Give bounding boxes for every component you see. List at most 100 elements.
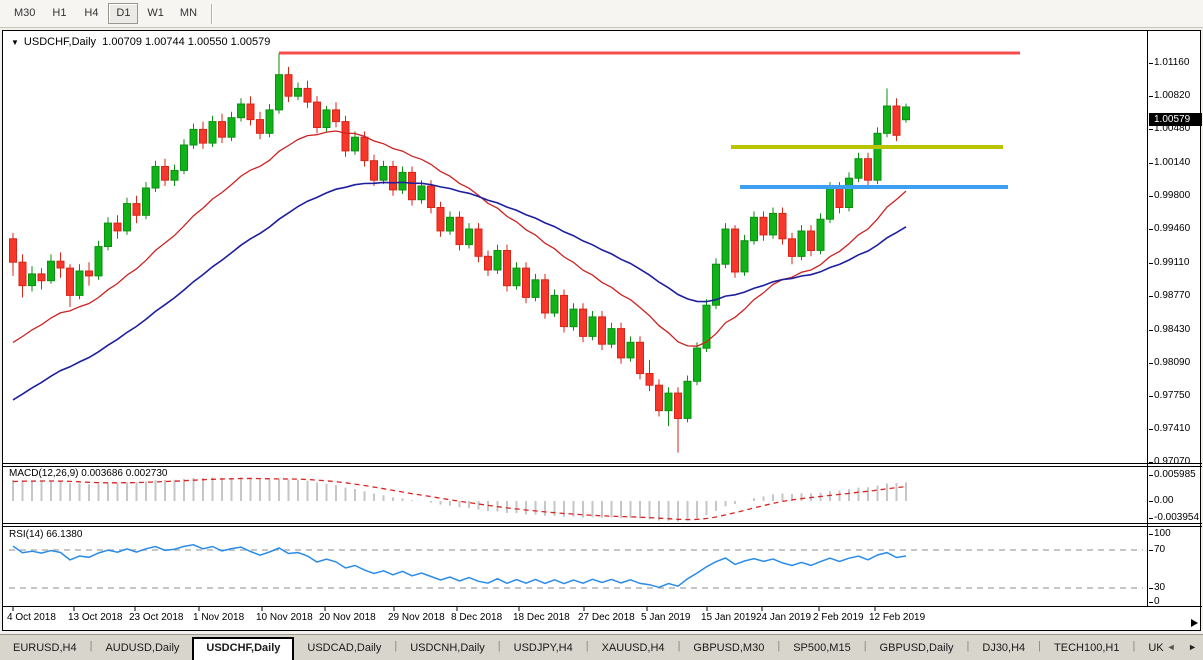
candle	[797, 230, 806, 257]
chart-tab-usdcnh-daily[interactable]: USDCNH,Daily	[397, 638, 498, 660]
chart-window: ▼ USDCHF,Daily 1.00709 1.00744 1.00550 1.…	[2, 30, 1202, 632]
timeframe-button-MN[interactable]: MN	[173, 3, 204, 24]
rsi-axis-label: 30	[1154, 582, 1166, 593]
candle	[902, 106, 910, 121]
rsi-axis-label: 0	[1154, 596, 1160, 607]
candle	[161, 166, 169, 181]
timeframe-button-H4[interactable]: H4	[76, 3, 106, 24]
chart-tab-audusd-daily[interactable]: AUDUSD,Daily	[92, 638, 192, 660]
price-axis-label: 0.99800	[1154, 189, 1191, 201]
chart-symbol-label: USDCHF,Daily	[23, 36, 97, 48]
chart-tab-tech100-h1[interactable]: TECH100,H1	[1041, 638, 1132, 660]
candle	[541, 279, 549, 314]
candle	[142, 187, 150, 216]
candle	[180, 144, 188, 171]
candle	[360, 136, 369, 162]
candle	[607, 328, 616, 345]
chart-tab-usdjpy-h4[interactable]: USDJPY,H4	[501, 638, 586, 660]
chart-tab-gbpusd-daily[interactable]: GBPUSD,Daily	[867, 638, 967, 660]
timeframe-button-H1[interactable]: H1	[44, 3, 74, 24]
chart-tab-usdcad-daily[interactable]: USDCAD,Daily	[294, 638, 394, 660]
candle	[484, 255, 492, 271]
candle	[550, 294, 559, 314]
candle	[332, 109, 340, 123]
candle	[693, 347, 701, 382]
chart-tab-sp500-m15[interactable]: SP500,M15	[780, 638, 863, 660]
time-axis-label: 8 Dec 2018	[451, 612, 503, 623]
candle	[256, 119, 264, 134]
price-axis-label: 0.99460	[1154, 223, 1191, 234]
price-axis-label: 1.00820	[1154, 90, 1191, 102]
candle	[864, 158, 872, 181]
candle	[883, 105, 891, 134]
chart-tab-usdchf-daily[interactable]: USDCHF,Daily	[192, 637, 295, 660]
candle	[854, 158, 863, 179]
price-axis-label: 0.97070	[1154, 456, 1191, 468]
candle	[493, 250, 502, 271]
candle	[769, 212, 777, 236]
candle	[389, 166, 397, 191]
timeframe-button-W1[interactable]: W1	[140, 3, 171, 24]
time-axis-label: 4 Oct 2018	[7, 612, 56, 623]
candle	[845, 177, 853, 208]
candle	[104, 222, 112, 248]
candle	[56, 260, 65, 269]
rsi-indicator-label: RSI(14) 66.1380	[9, 529, 83, 540]
candle	[759, 216, 768, 236]
candle	[75, 270, 84, 296]
candle	[446, 216, 454, 232]
candle	[18, 261, 27, 287]
candle	[788, 238, 796, 257]
macd-axis-label: 0.005985	[1154, 469, 1196, 481]
tab-scroll-right-icon[interactable]: ►	[1188, 642, 1197, 652]
chevron-down-icon[interactable]: ▼	[11, 38, 19, 47]
candle	[664, 392, 673, 412]
timeframe-button-M30[interactable]: M30	[7, 3, 42, 24]
rsi-value: 66.1380	[46, 529, 83, 540]
price-axis-label: 0.97410	[1154, 423, 1191, 435]
candle	[731, 228, 739, 273]
macd-indicator-label: MACD(12,26,9) 0.003686 0.002730	[9, 468, 168, 479]
time-axis-label: 10 Nov 2018	[256, 612, 313, 623]
time-axis-label: 5 Jan 2019	[641, 612, 691, 623]
candle	[636, 341, 644, 374]
timeframe-toolbar: M30 H1 H4 D1 W1 MN	[0, 0, 1203, 28]
candle	[189, 128, 198, 146]
chart-tab-xauusd-h4[interactable]: XAUUSD,H4	[589, 638, 678, 660]
timeframe-button-D1[interactable]: D1	[108, 3, 139, 24]
candle	[113, 222, 122, 232]
candle	[85, 270, 93, 277]
price-axis-label: 1.01160	[1154, 57, 1190, 68]
candle	[370, 160, 378, 181]
trading-app: M30 H1 H4 D1 W1 MN ▼ USDCHF,Daily 1.00709 1.00…	[0, 0, 1203, 660]
candle	[522, 267, 530, 298]
candle	[246, 103, 255, 121]
candle	[123, 203, 131, 232]
time-axis-label: 2 Feb 2019	[813, 612, 864, 623]
chart-tab-eurusd-h4[interactable]: EURUSD,H4	[0, 638, 90, 660]
candle	[683, 380, 692, 419]
candle	[588, 316, 597, 337]
tab-scroll-controls: ◄ ►	[1157, 642, 1197, 652]
chart-tab-gbpusd-m30[interactable]: GBPUSD,M30	[680, 638, 777, 660]
time-axis-label: 27 Dec 2018	[578, 612, 635, 623]
candle	[816, 218, 825, 251]
candle	[275, 74, 283, 111]
tab-scroll-left-icon[interactable]: ◄	[1167, 642, 1176, 652]
chart-tab-dj30-h4[interactable]: DJ30,H4	[969, 638, 1038, 660]
candle	[265, 109, 274, 134]
time-axis-label: 29 Nov 2018	[388, 612, 445, 623]
candle	[531, 279, 540, 298]
candle	[132, 203, 141, 216]
candle	[892, 105, 901, 136]
candle	[474, 228, 483, 257]
time-axis-label: 13 Oct 2018	[68, 612, 123, 623]
candle	[655, 384, 663, 412]
price-chart[interactable]	[3, 31, 1202, 632]
candle	[674, 392, 682, 420]
price-axis-label: 1.00140	[1154, 156, 1191, 168]
candle	[379, 166, 388, 181]
candle	[455, 216, 464, 246]
axis-end-arrow	[1191, 619, 1198, 627]
candle	[227, 117, 236, 138]
